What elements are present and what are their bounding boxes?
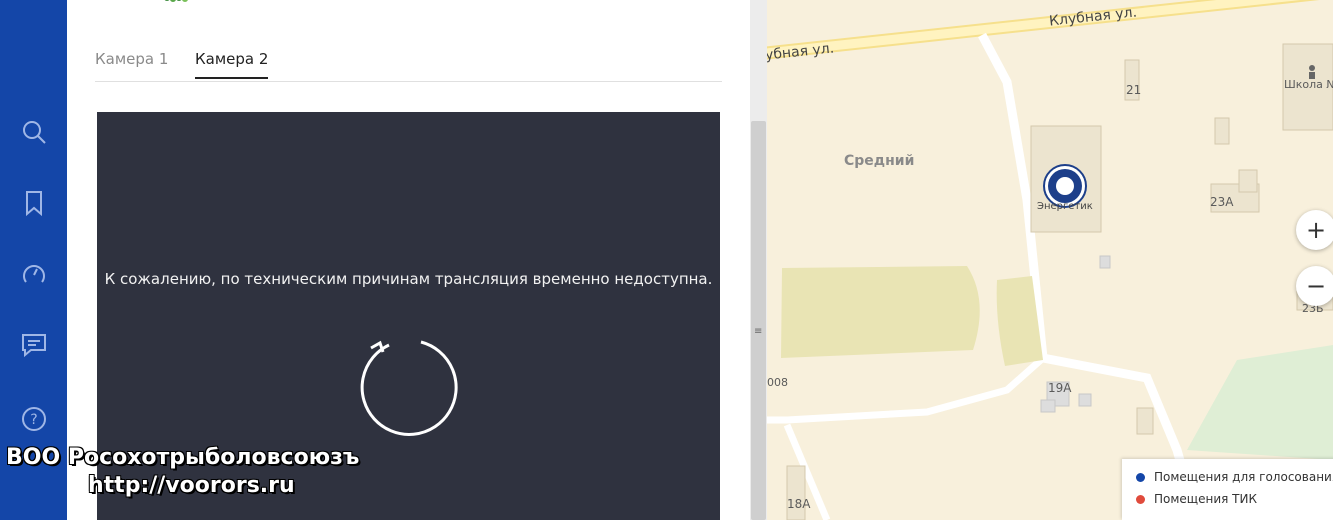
chat-icon[interactable] [19,330,49,360]
search-icon[interactable] [19,117,49,147]
svg-text:?: ? [30,412,37,428]
legend-dot-red [1136,494,1145,504]
speedometer-icon[interactable] [19,259,49,289]
map-canvas [767,0,1333,520]
camera-tabs: Камера 1 Камера 2 [95,44,722,82]
camera-panel: Камера 1 Камера 2 К сожалению, по технич… [67,0,750,520]
school-icon [1309,65,1315,79]
scrollbar-grip-icon: ≡ [754,326,763,337]
district-label: Средний [844,153,915,169]
legend-dot-blue [1136,472,1145,482]
zoom-out-button[interactable]: − [1296,266,1333,306]
tab-camera-1[interactable]: Камера 1 [95,50,168,77]
legend-item-voting: Помещения для голосования [1136,470,1333,484]
watermark-line-2: http://voorors.ru [88,473,295,498]
building-number: 21 [1126,83,1142,97]
sidebar: ? [0,0,67,520]
stream-unavailable-message: К сожалению, по техническим причинам тра… [104,270,713,288]
watermark-line-1: ВОО Росохотрыболовсоюзъ [6,445,360,470]
building-number: 23А [1210,195,1234,209]
help-icon[interactable]: ? [19,404,49,434]
poi-label: Энергетик [1037,201,1093,212]
map-legend: Помещения для голосования Помещения ТИК [1122,459,1333,520]
building-number: 19А [1048,381,1072,395]
reload-icon[interactable] [351,332,463,444]
legend-item-tik: Помещения ТИК [1136,492,1257,506]
building-number: 008 [767,376,788,389]
scrollbar-thumb[interactable] [751,121,766,520]
zoom-in-button[interactable]: + [1296,210,1333,250]
bookmark-icon[interactable] [19,188,49,218]
watermark: ВОО Росохотрыболовсоюзъ http://voorors.r… [6,444,436,500]
logo-icon [164,0,188,2]
map[interactable]: Клубная ул. убная ул. Средний Школа № Эн… [767,0,1333,520]
building-number: 18А [787,497,811,511]
school-label: Школа № [1284,78,1333,91]
tab-camera-2[interactable]: Камера 2 [195,50,269,79]
